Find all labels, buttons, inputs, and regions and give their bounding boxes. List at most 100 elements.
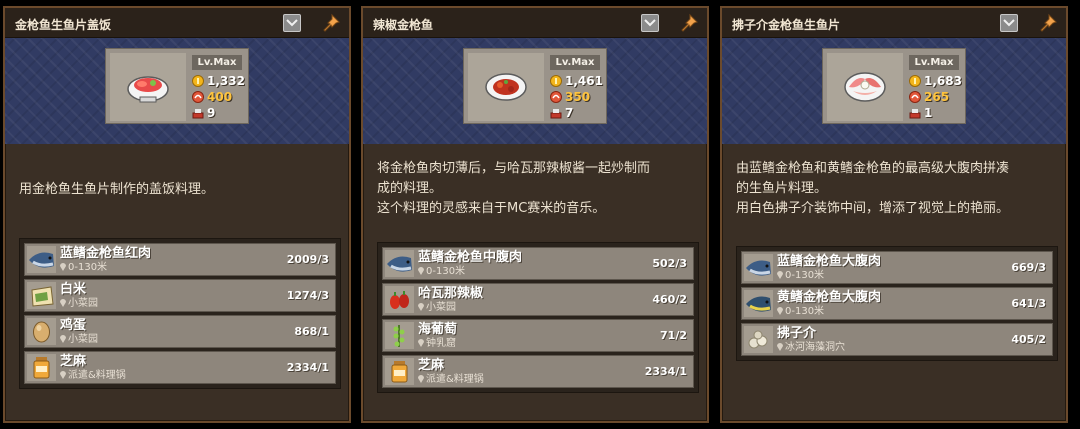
dish-image [110, 53, 186, 121]
servings-stat: 1 [909, 106, 967, 120]
ingredient-count: 502/3 [652, 257, 687, 270]
location-pin-icon [60, 371, 66, 379]
servings-stat: 9 [192, 106, 250, 120]
ingredient-count: 2334/1 [644, 365, 687, 378]
recipe-description: 用金枪鱼生鱼片制作的盖饭料理。 [19, 180, 343, 200]
recipe-card-1: 金枪鱼生鱼片盖饭 Lv.Max 1,332 400 9 用金枪鱼生鱼片制作的盖饭… [3, 6, 351, 423]
location-pin-icon [418, 303, 424, 311]
gold-coin-icon [909, 75, 921, 87]
location-pin-icon [418, 339, 424, 347]
tuna-icon [29, 252, 54, 268]
chevron-down-icon [286, 19, 298, 27]
ingredient-name: 黄鳍金枪鱼大腹肉 [777, 290, 882, 305]
ingredient-row[interactable]: 白米 小菜园 1274/3 [24, 279, 336, 312]
level-badge: Lv.Max [909, 55, 959, 70]
dish-info-box: Lv.Max 1,683 265 1 [822, 48, 966, 124]
description-line: 由蓝鳍金枪鱼和黄鳍金枪鱼的最高级大腹肉拼凑 [736, 161, 1010, 176]
ingredient-count: 460/2 [652, 293, 687, 306]
ingredient-list: 蓝鳍金枪鱼中腹肉 0-130米 502/3 哈瓦那辣椒 小菜园 460/2 海葡… [377, 242, 699, 393]
ingredient-count: 71/2 [660, 329, 687, 342]
recipe-description: 由蓝鳍金枪鱼和黄鳍金枪鱼的最高级大腹肉拼凑 的生鱼片料理。 用白色拂子介装饰中间… [736, 159, 1060, 219]
ingredient-location: 冰河海藻洞穴 [777, 342, 845, 354]
dish-info-box: Lv.Max 1,461 350 7 [463, 48, 607, 124]
recipe-title: 辣椒金枪鱼 [373, 18, 434, 32]
ingredient-location: 小菜园 [60, 334, 98, 346]
ingredient-name: 海葡萄 [418, 322, 458, 337]
taste-stat: 350 [550, 90, 608, 104]
price-value: 1,332 [207, 74, 245, 88]
ingredient-name: 蓝鳍金枪鱼红肉 [60, 246, 152, 261]
taste-value: 265 [924, 90, 950, 104]
recipe-card-2: 辣椒金枪鱼 Lv.Max 1,461 350 7 将金枪鱼肉切薄后，与哈瓦那辣椒… [361, 6, 709, 423]
card-header: 金枪鱼生鱼片盖饭 [5, 8, 349, 38]
ingredient-row[interactable]: 芝麻 派遣&料理锅 2334/1 [24, 351, 336, 384]
price-stat: 1,332 [192, 74, 250, 88]
taste-icon [909, 91, 921, 103]
ingredient-count: 405/2 [1011, 333, 1046, 346]
dish-image [827, 53, 903, 121]
yellowfin-tuna-icon [746, 296, 771, 312]
ingredient-row[interactable]: 黄鳍金枪鱼大腹肉 0-130米 641/3 [741, 287, 1053, 320]
tuna-icon [746, 260, 771, 276]
ingredient-count: 2334/1 [286, 361, 329, 374]
ingredient-name: 芝麻 [60, 354, 87, 369]
pin-icon [1040, 13, 1057, 32]
taste-icon [550, 91, 562, 103]
ingredient-count: 641/3 [1011, 297, 1046, 310]
location-pin-icon [777, 307, 783, 315]
taste-value: 350 [565, 90, 591, 104]
ingredient-name: 白米 [60, 282, 87, 297]
chevron-down-icon [1003, 19, 1015, 27]
ingredient-location: 小菜园 [418, 302, 456, 314]
pin-button[interactable] [679, 13, 699, 33]
tuna-icon [387, 256, 412, 272]
ingredient-name: 蓝鳍金枪鱼大腹肉 [777, 254, 882, 269]
sesame-jar-icon [391, 361, 408, 383]
price-stat: 1,683 [909, 74, 967, 88]
ingredient-row[interactable]: 蓝鳍金枪鱼红肉 0-130米 2009/3 [24, 243, 336, 276]
card-header: 辣椒金枪鱼 [363, 8, 707, 38]
egg-icon [33, 321, 50, 343]
ingredient-row[interactable]: 蓝鳍金枪鱼大腹肉 0-130米 669/3 [741, 251, 1053, 284]
rice-sack-icon [31, 286, 54, 307]
pin-button[interactable] [321, 13, 341, 33]
taste-icon [192, 91, 204, 103]
description-line: 成的料理。 [377, 181, 443, 196]
ingredient-row[interactable]: 蓝鳍金枪鱼中腹肉 0-130米 502/3 [382, 247, 694, 280]
taste-stat: 265 [909, 90, 967, 104]
ingredient-name: 鸡蛋 [60, 318, 87, 333]
ingredient-count: 868/1 [294, 325, 329, 338]
sesame-jar-icon [33, 357, 50, 379]
recipe-title: 金枪鱼生鱼片盖饭 [15, 18, 112, 32]
chili-pepper-icon [390, 291, 409, 309]
ingredient-row[interactable]: 海葡萄 钟乳窟 71/2 [382, 319, 694, 352]
dish-info-box: Lv.Max 1,332 400 9 [105, 48, 249, 124]
description-line: 的生鱼片料理。 [736, 181, 828, 196]
ingredient-row[interactable]: 芝麻 派遣&料理锅 2334/1 [382, 355, 694, 388]
ingredient-location: 钟乳窟 [418, 338, 456, 350]
collapse-button[interactable] [283, 14, 301, 32]
servings-value: 1 [924, 106, 933, 120]
ingredient-row[interactable]: 哈瓦那辣椒 小菜园 460/2 [382, 283, 694, 316]
pin-icon [323, 13, 340, 32]
pin-button[interactable] [1038, 13, 1058, 33]
recipe-description: 将金枪鱼肉切薄后，与哈瓦那辣椒酱一起炒制而 成的料理。 这个料理的灵感来自于MC… [377, 159, 701, 219]
collapse-button[interactable] [1000, 14, 1018, 32]
collapse-button[interactable] [641, 14, 659, 32]
location-pin-icon [418, 267, 424, 275]
ingredient-location: 派遣&料理锅 [418, 374, 484, 386]
location-pin-icon [777, 271, 783, 279]
ingredient-row[interactable]: 鸡蛋 小菜园 868/1 [24, 315, 336, 348]
level-badge: Lv.Max [192, 55, 242, 70]
ingredient-row[interactable]: 拂子介 冰河海藻洞穴 405/2 [741, 323, 1053, 356]
ingredient-name: 拂子介 [777, 326, 817, 341]
gold-coin-icon [192, 75, 204, 87]
chevron-down-icon [644, 19, 656, 27]
dish-image [468, 53, 544, 121]
description-line: 用金枪鱼生鱼片制作的盖饭料理。 [19, 182, 215, 197]
price-stat: 1,461 [550, 74, 608, 88]
level-badge: Lv.Max [550, 55, 600, 70]
location-pin-icon [777, 343, 783, 351]
dish-count-icon [192, 109, 204, 119]
card-header: 拂子介金枪鱼生鱼片 [722, 8, 1066, 38]
